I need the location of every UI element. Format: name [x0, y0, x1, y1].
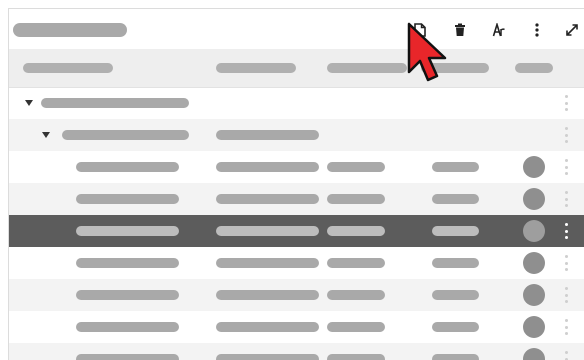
cell-placeholder [76, 194, 179, 204]
cell-placeholder [76, 226, 179, 236]
delete-button[interactable] [450, 20, 470, 40]
cell-placeholder [432, 354, 479, 360]
new-file-button[interactable] [410, 20, 430, 40]
cell-placeholder [216, 226, 319, 236]
more-vertical-icon [535, 23, 539, 37]
cell-placeholder [76, 322, 179, 332]
cell-placeholder [216, 322, 319, 332]
row-menu-button[interactable] [563, 319, 569, 335]
row-menu-button[interactable] [563, 351, 569, 360]
column-header-2[interactable] [216, 63, 296, 73]
collapse-caret[interactable] [25, 100, 33, 106]
table-title-placeholder [13, 23, 127, 37]
table-header [9, 49, 584, 88]
cell-placeholder [76, 354, 179, 360]
row-menu-button[interactable] [563, 287, 569, 303]
more-options-button[interactable] [527, 20, 547, 40]
row-menu-button[interactable] [563, 127, 569, 143]
avatar [523, 188, 545, 210]
cell-placeholder [216, 354, 319, 360]
cell-placeholder [327, 258, 385, 268]
group-label-placeholder [62, 130, 189, 140]
data-table-panel [8, 8, 584, 360]
cell-placeholder [432, 162, 479, 172]
row-menu-button[interactable] [563, 223, 569, 239]
table-row[interactable] [9, 311, 584, 343]
column-header-4[interactable] [421, 63, 489, 73]
group-row-level-1[interactable] [9, 87, 584, 119]
table-row[interactable] [9, 183, 584, 215]
expand-icon [566, 24, 578, 36]
row-menu-button[interactable] [563, 255, 569, 271]
row-menu-button[interactable] [563, 191, 569, 207]
toolbar [9, 9, 584, 49]
row-menu-button[interactable] [563, 159, 569, 175]
cell-placeholder [216, 162, 319, 172]
avatar [523, 284, 545, 306]
column-header-1[interactable] [23, 63, 113, 73]
cell-placeholder [327, 322, 385, 332]
cell-placeholder [216, 194, 319, 204]
column-header-3[interactable] [327, 63, 407, 73]
cell-placeholder [327, 226, 385, 236]
avatar [523, 348, 545, 360]
cell-placeholder [76, 258, 179, 268]
cell-placeholder [216, 290, 319, 300]
avatar [523, 220, 545, 242]
cell-placeholder [432, 194, 479, 204]
text-format-icon [492, 23, 505, 37]
column-header-5[interactable] [515, 63, 553, 73]
trash-icon [455, 23, 465, 36]
cell-placeholder [432, 290, 479, 300]
new-file-icon [414, 23, 426, 37]
table-row-selected[interactable] [9, 215, 584, 247]
table-row[interactable] [9, 279, 584, 311]
avatar [523, 316, 545, 338]
group-row-level-2[interactable] [9, 119, 584, 151]
cell-placeholder [432, 226, 479, 236]
table-row[interactable] [9, 247, 584, 279]
table-row[interactable] [9, 151, 584, 183]
cell-placeholder [76, 290, 179, 300]
cell-placeholder [327, 194, 385, 204]
avatar [523, 156, 545, 178]
cell-placeholder [327, 354, 385, 360]
cell-placeholder [327, 290, 385, 300]
avatar [523, 252, 545, 274]
table-row[interactable] [9, 343, 584, 360]
cell-placeholder [432, 322, 479, 332]
collapse-caret[interactable] [42, 132, 50, 138]
row-menu-button[interactable] [563, 95, 569, 111]
cell-placeholder [432, 258, 479, 268]
cell-placeholder [76, 162, 179, 172]
cell-placeholder [327, 162, 385, 172]
expand-button[interactable] [562, 20, 582, 40]
group-label-placeholder [41, 98, 189, 108]
text-format-button[interactable] [489, 20, 509, 40]
cell-placeholder [216, 258, 319, 268]
group-value-placeholder [216, 130, 319, 140]
